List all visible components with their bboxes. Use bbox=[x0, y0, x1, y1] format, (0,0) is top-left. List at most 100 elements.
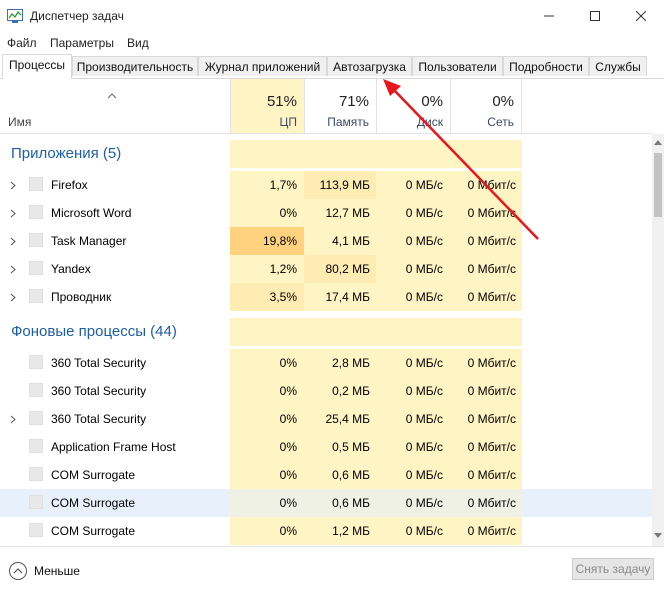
disk-value: 0 МБ/с bbox=[405, 524, 443, 538]
scroll-thumb[interactable] bbox=[654, 153, 662, 217]
table-row[interactable]: Task Manager 19,8% 4,1 МБ 0 МБ/с 0 Мбит/… bbox=[0, 227, 652, 255]
scroll-down-icon[interactable] bbox=[654, 533, 662, 538]
close-button[interactable] bbox=[618, 0, 664, 32]
chevron-right-icon[interactable] bbox=[10, 209, 16, 218]
process-icon bbox=[29, 205, 43, 219]
tab-users[interactable]: Пользователи bbox=[412, 56, 503, 76]
memory-band bbox=[304, 318, 376, 346]
chevron-right-icon[interactable] bbox=[10, 265, 16, 274]
process-icon bbox=[29, 289, 43, 303]
disk-band bbox=[376, 318, 450, 346]
chevron-right-icon[interactable] bbox=[10, 237, 16, 246]
chevron-up-circle-icon bbox=[9, 562, 27, 580]
disk-band bbox=[376, 140, 450, 168]
table-row-selected[interactable]: COM Surrogate 0% 0,6 МБ 0 МБ/с 0 Мбит/с bbox=[0, 489, 652, 517]
table-row[interactable]: 360 Total Security 0% 0,2 МБ 0 МБ/с 0 Мб… bbox=[0, 377, 652, 405]
cpu-value: 0% bbox=[279, 496, 297, 510]
table-row[interactable]: Yandex 1,2% 80,2 МБ 0 МБ/с 0 Мбит/с bbox=[0, 255, 652, 283]
network-total: 0% bbox=[492, 93, 514, 110]
sort-up-icon[interactable] bbox=[107, 93, 117, 99]
chevron-right-icon[interactable] bbox=[10, 293, 16, 302]
process-icon bbox=[29, 495, 43, 509]
group-header-background[interactable]: Фоновые процессы (44) bbox=[0, 318, 652, 346]
menu-file[interactable]: Файл bbox=[7, 36, 37, 50]
chevron-right-icon[interactable] bbox=[10, 415, 16, 424]
minimize-button[interactable] bbox=[526, 0, 572, 32]
menu-view[interactable]: Вид bbox=[127, 36, 149, 50]
process-icon bbox=[29, 523, 43, 537]
network-value: 0 Мбит/с bbox=[467, 524, 516, 538]
process-name: Firefox bbox=[51, 178, 88, 192]
group-title: Приложения (5) bbox=[11, 145, 122, 162]
process-icon bbox=[29, 439, 43, 453]
process-name: 360 Total Security bbox=[51, 412, 147, 426]
network-value: 0 Мбит/с bbox=[467, 496, 516, 510]
process-name: COM Surrogate bbox=[51, 524, 136, 538]
menu-options[interactable]: Параметры bbox=[50, 36, 114, 50]
vertical-scrollbar[interactable] bbox=[652, 134, 664, 546]
cpu-value: 1,2% bbox=[269, 262, 297, 276]
group-header-apps[interactable]: Приложения (5) bbox=[0, 140, 652, 168]
process-name: Проводник bbox=[51, 290, 112, 304]
process-icon bbox=[29, 467, 43, 481]
table-row[interactable]: Firefox 1,7% 113,9 МБ 0 МБ/с 0 Мбит/с bbox=[0, 171, 652, 199]
disk-value: 0 МБ/с bbox=[405, 496, 443, 510]
fewer-details-label: Меньше bbox=[34, 564, 80, 578]
column-header: Имя 51% ЦП 71% Память 0% Диск 0% Сеть bbox=[0, 79, 652, 134]
maximize-button[interactable] bbox=[572, 0, 618, 32]
scroll-up-icon[interactable] bbox=[654, 140, 662, 145]
memory-value: 17,4 МБ bbox=[325, 290, 370, 304]
tab-details[interactable]: Подробности bbox=[503, 56, 589, 76]
table-row[interactable]: Microsoft Word 0% 12,7 МБ 0 МБ/с 0 Мбит/… bbox=[0, 199, 652, 227]
table-row[interactable]: COM Surrogate 0% 1,2 МБ 0 МБ/с 0 Мбит/с bbox=[0, 517, 652, 545]
column-name[interactable]: Имя bbox=[8, 115, 31, 129]
cpu-label: ЦП bbox=[279, 115, 297, 129]
column-cpu[interactable]: 51% ЦП bbox=[230, 79, 304, 133]
disk-value: 0 МБ/с bbox=[405, 468, 443, 482]
table-row[interactable]: Проводник 3,5% 17,4 МБ 0 МБ/с 0 Мбит/с bbox=[0, 283, 652, 311]
table-row[interactable]: Application Frame Host 0% 0,5 МБ 0 МБ/с … bbox=[0, 433, 652, 461]
minimize-icon bbox=[544, 15, 554, 17]
process-table: Приложения (5) Firefox 1,7% 113,9 МБ 0 М… bbox=[0, 134, 652, 546]
memory-total: 71% bbox=[338, 93, 369, 110]
memory-band bbox=[304, 140, 376, 168]
process-icon bbox=[29, 177, 43, 191]
network-band bbox=[450, 318, 522, 346]
tab-app-history[interactable]: Журнал приложений bbox=[198, 56, 327, 76]
end-task-button[interactable]: Снять задачу bbox=[572, 558, 654, 580]
title-bar: Диспетчер задач bbox=[0, 0, 664, 32]
memory-value: 25,4 МБ bbox=[325, 412, 370, 426]
table-row[interactable]: 360 Total Security 0% 25,4 МБ 0 МБ/с 0 М… bbox=[0, 405, 652, 433]
maximize-icon bbox=[590, 11, 600, 21]
cpu-value: 19,8% bbox=[262, 234, 297, 248]
process-name: Yandex bbox=[51, 262, 91, 276]
disk-value: 0 МБ/с bbox=[405, 234, 443, 248]
memory-value: 12,7 МБ bbox=[325, 206, 370, 220]
column-network[interactable]: 0% Сеть bbox=[450, 79, 522, 133]
column-disk[interactable]: 0% Диск bbox=[376, 79, 450, 133]
tab-performance[interactable]: Производительность bbox=[72, 56, 198, 76]
network-label: Сеть bbox=[487, 115, 514, 129]
cpu-value: 0% bbox=[279, 468, 297, 482]
network-value: 0 Мбит/с bbox=[467, 178, 516, 192]
cpu-band bbox=[230, 140, 304, 168]
chevron-right-icon[interactable] bbox=[10, 181, 16, 190]
disk-value: 0 МБ/с bbox=[405, 206, 443, 220]
process-name: COM Surrogate bbox=[51, 468, 136, 482]
table-row[interactable]: 360 Total Security 0% 2,8 МБ 0 МБ/с 0 Мб… bbox=[0, 349, 652, 377]
close-icon bbox=[636, 11, 646, 21]
tab-services[interactable]: Службы bbox=[589, 56, 647, 76]
tab-startup[interactable]: Автозагрузка bbox=[327, 56, 412, 76]
tab-processes[interactable]: Процессы bbox=[2, 54, 72, 79]
process-name: COM Surrogate bbox=[51, 496, 136, 510]
cpu-value: 3,5% bbox=[269, 290, 297, 304]
network-value: 0 Мбит/с bbox=[467, 356, 516, 370]
cpu-value: 0% bbox=[279, 384, 297, 398]
column-memory[interactable]: 71% Память bbox=[304, 79, 376, 133]
tab-strip: Процессы Производительность Журнал прило… bbox=[0, 54, 664, 79]
table-row[interactable]: COM Surrogate 0% 0,6 МБ 0 МБ/с 0 Мбит/с bbox=[0, 461, 652, 489]
network-value: 0 Мбит/с bbox=[467, 384, 516, 398]
disk-value: 0 МБ/с bbox=[405, 384, 443, 398]
fewer-details-button[interactable]: Меньше bbox=[8, 561, 88, 581]
process-icon bbox=[29, 383, 43, 397]
